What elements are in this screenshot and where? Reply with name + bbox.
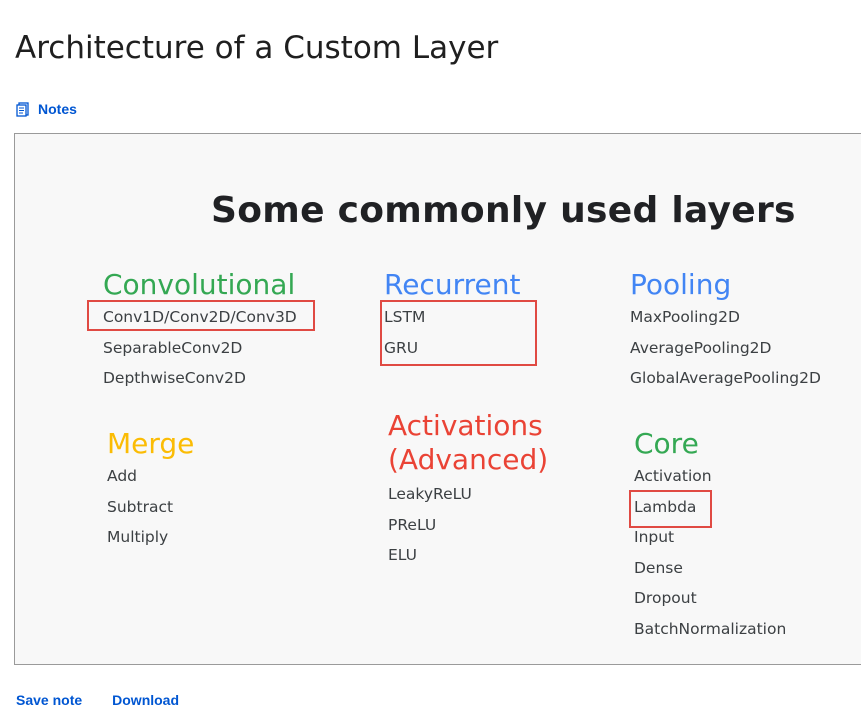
page-title: Architecture of a Custom Layer bbox=[15, 30, 499, 66]
layer-item: Activation bbox=[634, 467, 712, 485]
slide-title: Some commonly used layers bbox=[211, 190, 796, 231]
save-note-button[interactable]: Save note bbox=[16, 692, 82, 708]
group-title-merge: Merge bbox=[107, 427, 195, 460]
layer-item: Dense bbox=[634, 558, 683, 577]
group-title-activations-advanced: (Advanced) bbox=[388, 443, 549, 476]
group-merge: Merge Add Subtract Multiply bbox=[107, 427, 194, 553]
bottom-toolbar: Save note Download bbox=[16, 692, 179, 708]
layer-item: LSTM bbox=[384, 308, 426, 326]
group-convolutional: Convolutional Conv1D/Conv2D/Conv3D Separ… bbox=[103, 268, 297, 394]
layer-item: Conv1D/Conv2D/Conv3D bbox=[103, 308, 297, 326]
group-title-core: Core bbox=[634, 427, 699, 460]
layer-item: Add bbox=[107, 467, 138, 485]
group-title-pooling: Pooling bbox=[630, 268, 732, 301]
layer-item: BatchNormalization bbox=[634, 619, 787, 638]
group-recurrent: Recurrent LSTM GRU bbox=[384, 268, 520, 363]
group-pooling: Pooling MaxPooling2D AveragePooling2D Gl… bbox=[630, 268, 821, 394]
layer-item: MaxPooling2D bbox=[630, 308, 740, 326]
layer-item: LeakyReLU bbox=[388, 485, 472, 503]
layer-item: Subtract bbox=[107, 497, 174, 516]
layer-item: Multiply bbox=[107, 528, 169, 546]
layer-item: Input bbox=[634, 528, 675, 546]
slide-image: Some commonly used layers Convolutional … bbox=[14, 133, 861, 665]
group-title-activations: Activations bbox=[388, 409, 543, 442]
layer-item: SeparableConv2D bbox=[103, 338, 243, 357]
notes-icon bbox=[16, 101, 30, 117]
group-title-recurrent: Recurrent bbox=[384, 268, 521, 301]
layer-item: Lambda bbox=[634, 497, 697, 516]
download-button[interactable]: Download bbox=[112, 692, 179, 708]
layer-item: GRU bbox=[384, 338, 419, 357]
group-core: Core Activation Lambda Input Dense Dropo… bbox=[634, 427, 786, 644]
layer-item: PReLU bbox=[388, 515, 437, 534]
group-title-convolutional: Convolutional bbox=[103, 268, 296, 301]
group-activations: Activations (Advanced) LeakyReLU PReLU E… bbox=[388, 409, 548, 571]
layer-item: AveragePooling2D bbox=[630, 338, 772, 357]
layer-item: DepthwiseConv2D bbox=[103, 369, 246, 387]
notes-label: Notes bbox=[38, 101, 77, 117]
layer-item: GlobalAveragePooling2D bbox=[630, 369, 821, 387]
notes-link[interactable]: Notes bbox=[16, 101, 77, 117]
layer-item: Dropout bbox=[634, 589, 697, 607]
layer-item: ELU bbox=[388, 546, 418, 564]
